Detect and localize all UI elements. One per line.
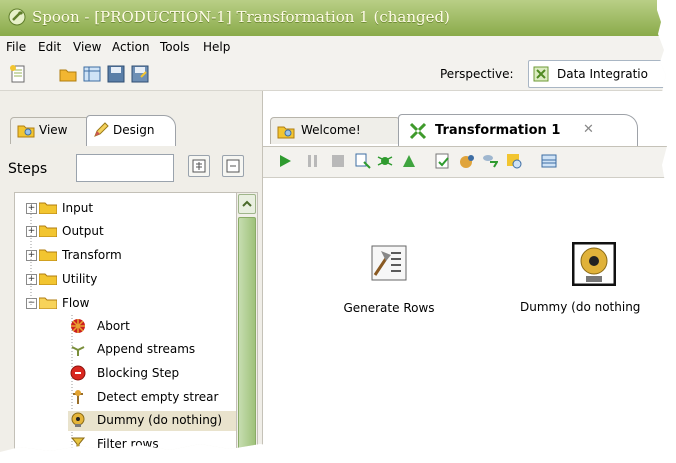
tab-design[interactable]: Design — [86, 115, 176, 146]
spoon-logo-icon — [8, 8, 26, 26]
filter-rows-icon — [70, 437, 86, 452]
tab-welcome[interactable]: Welcome! — [270, 117, 400, 144]
explore-repository-icon[interactable] — [82, 64, 102, 84]
preview-icon[interactable] — [355, 153, 371, 169]
replay-icon[interactable] — [401, 153, 417, 169]
menu-file[interactable]: File — [6, 40, 26, 54]
perspective-label: Perspective: — [440, 67, 514, 81]
dummy-icon — [572, 242, 616, 286]
tree-label: Append streams — [97, 342, 196, 356]
welcome-icon — [277, 126, 295, 139]
transformation-canvas[interactable] — [272, 178, 667, 452]
scroll-up-button[interactable] — [238, 194, 256, 214]
title-bar: Spoon - [PRODUCTION-1] Transformation 1 … — [0, 0, 667, 36]
expand-all-button[interactable] — [188, 155, 210, 177]
chevron-up-icon — [242, 200, 252, 207]
tree-step-dummy[interactable]: Dummy (do nothing) — [68, 411, 236, 431]
open-folder-icon[interactable] — [58, 64, 78, 84]
tree-label: Abort — [97, 319, 130, 333]
tab-view[interactable]: View — [10, 117, 90, 144]
transformation-icon — [409, 122, 427, 140]
impact-icon[interactable] — [459, 153, 475, 169]
window-title: Spoon - [PRODUCTION-1] Transformation 1 … — [32, 8, 450, 26]
stop-icon[interactable] — [331, 154, 345, 168]
run-icon[interactable] — [278, 154, 292, 168]
perspective-value: Data Integratio — [557, 67, 648, 81]
tree-label: Detect empty strear — [97, 390, 219, 404]
menu-help[interactable]: Help — [203, 40, 230, 54]
menu-action[interactable]: Action — [112, 40, 150, 54]
steps-search-input[interactable] — [76, 154, 174, 182]
save-as-icon[interactable] — [130, 64, 150, 84]
canvas-step-dummy[interactable]: Dummy (do nothing — [520, 242, 667, 314]
detect-empty-stream-icon — [73, 390, 83, 404]
menu-edit[interactable]: Edit — [38, 40, 61, 54]
data-integration-icon — [533, 66, 549, 82]
view-icon — [17, 125, 35, 138]
tab-view-label: View — [39, 123, 68, 137]
pause-icon[interactable] — [306, 154, 320, 168]
tree-label: Filter rows — [97, 437, 159, 451]
debug-icon[interactable] — [377, 153, 393, 169]
canvas-step-generate-rows[interactable]: Generate Rows — [334, 243, 444, 315]
menu-bar: File Edit View Action Tools Help — [0, 36, 667, 58]
canvas-step-label: Generate Rows — [343, 301, 435, 315]
new-file-icon[interactable] — [8, 64, 28, 84]
tab-transformation-1-label: Transformation 1 — [435, 123, 561, 138]
verify-icon[interactable] — [435, 153, 451, 169]
expand-all-icon — [192, 159, 206, 173]
collapse-all-icon — [226, 159, 240, 173]
show-results-icon[interactable] — [541, 154, 557, 168]
tab-welcome-label: Welcome! — [301, 123, 361, 137]
tab-transformation-1[interactable]: Transformation 1 ✕ — [398, 114, 638, 147]
close-tab-icon[interactable]: ✕ — [583, 122, 594, 137]
pencil-icon — [94, 122, 109, 137]
transformation-toolbar — [263, 146, 667, 178]
tree-label: Blocking Step — [97, 366, 180, 380]
collapse-all-button[interactable] — [222, 155, 244, 177]
menu-view[interactable]: View — [73, 40, 101, 54]
explore-db-icon[interactable] — [506, 153, 522, 169]
generate-rows-icon — [371, 245, 407, 281]
tree-scrollbar[interactable] — [236, 192, 258, 452]
blocking-step-icon — [70, 365, 86, 381]
perspective-selector[interactable]: Data Integratio — [528, 60, 667, 88]
sql-icon[interactable] — [482, 153, 498, 169]
tab-design-label: Design — [113, 123, 155, 137]
tree-label: Dummy (do nothing) — [97, 413, 223, 427]
append-streams-icon — [71, 346, 85, 356]
scroll-thumb[interactable] — [238, 217, 256, 452]
dummy-icon — [71, 412, 85, 427]
abort-icon — [71, 319, 85, 333]
canvas-step-label: Dummy (do nothing — [520, 300, 641, 314]
save-icon[interactable] — [106, 64, 126, 84]
menu-tools[interactable]: Tools — [160, 40, 190, 54]
steps-label: Steps — [8, 161, 48, 177]
